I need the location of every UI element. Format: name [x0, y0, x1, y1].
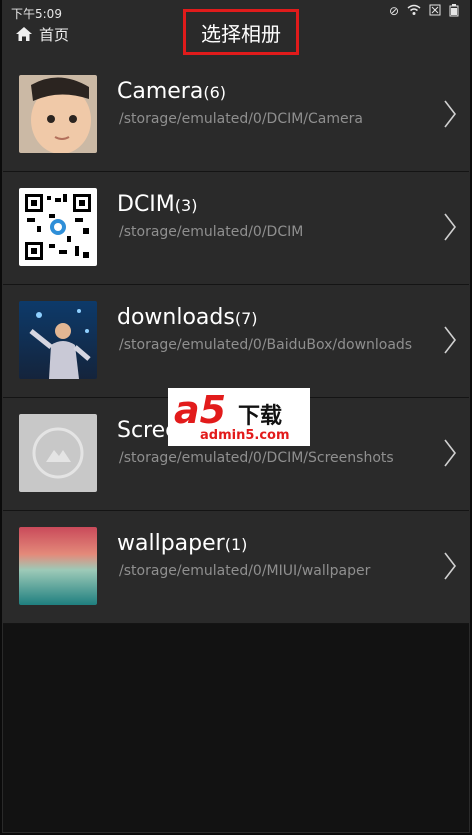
home-label: 首页 — [39, 25, 70, 44]
chevron-right-icon — [444, 552, 457, 580]
top-bar: 首页 选择相册 — [3, 9, 469, 59]
album-name: DCIM — [117, 192, 175, 217]
watermark-logo: a5 下载 admin5.com — [168, 388, 310, 446]
album-row-dcim[interactable]: DCIM(3) /storage/emulated/0/DCIM — [3, 172, 469, 285]
wifi-icon — [407, 4, 421, 20]
album-thumbnail-wallpaper — [19, 527, 97, 605]
album-title: DCIM(3) — [117, 192, 197, 217]
album-path: /storage/emulated/0/DCIM/Screenshots — [119, 450, 394, 466]
album-title: Camera(6) — [117, 79, 226, 104]
album-name: Camera — [117, 79, 204, 104]
chevron-right-icon — [444, 326, 457, 354]
chevron-right-icon — [444, 439, 457, 467]
album-row-wallpaper[interactable]: wallpaper(1) /storage/emulated/0/MIUI/wa… — [3, 511, 469, 624]
status-icons: ⊘ — [389, 4, 459, 20]
album-thumbnail-camera — [19, 75, 97, 153]
album-path: /storage/emulated/0/DCIM/Camera — [119, 111, 363, 127]
watermark-url: admin5.com — [200, 428, 290, 443]
album-path: /storage/emulated/0/DCIM — [119, 224, 304, 240]
home-button[interactable]: 首页 — [15, 23, 69, 45]
watermark-mark: a5 — [174, 388, 227, 432]
album-thumbnail-downloads — [19, 301, 97, 379]
album-row-downloads[interactable]: downloads(7) /storage/emulated/0/BaiduBo… — [3, 285, 469, 398]
album-count: (7) — [234, 309, 258, 328]
album-count: (6) — [203, 83, 227, 102]
album-title: wallpaper(1) — [117, 531, 247, 556]
title-highlight: 选择相册 — [183, 9, 299, 55]
page-title: 选择相册 — [201, 21, 281, 46]
album-thumbnail-dcim — [19, 188, 97, 266]
sim-icon — [429, 4, 441, 20]
album-thumbnail-screenshots — [19, 414, 97, 492]
chevron-right-icon — [444, 213, 457, 241]
status-time: 下午5:09 — [11, 7, 62, 21]
album-path: /storage/emulated/0/BaiduBox/downloads — [119, 337, 413, 353]
album-name: wallpaper — [117, 531, 225, 556]
app-frame: 下午5:09 ⊘ 首页 选择相册 Camera(6) /storage/emul… — [2, 0, 470, 833]
home-icon — [16, 27, 32, 41]
album-title: downloads(7) — [117, 305, 258, 330]
alarm-off-icon: ⊘ — [388, 4, 399, 18]
album-name: downloads — [117, 305, 235, 330]
album-count: (1) — [224, 535, 248, 554]
album-row-camera[interactable]: Camera(6) /storage/emulated/0/DCIM/Camer… — [3, 59, 469, 172]
album-path: /storage/emulated/0/MIUI/wallpaper — [119, 563, 371, 579]
watermark-cn: 下载 — [238, 404, 283, 429]
album-list: Camera(6) /storage/emulated/0/DCIM/Camer… — [3, 59, 469, 624]
album-count: (3) — [174, 196, 198, 215]
chevron-right-icon — [444, 100, 457, 128]
battery-icon — [449, 4, 459, 20]
